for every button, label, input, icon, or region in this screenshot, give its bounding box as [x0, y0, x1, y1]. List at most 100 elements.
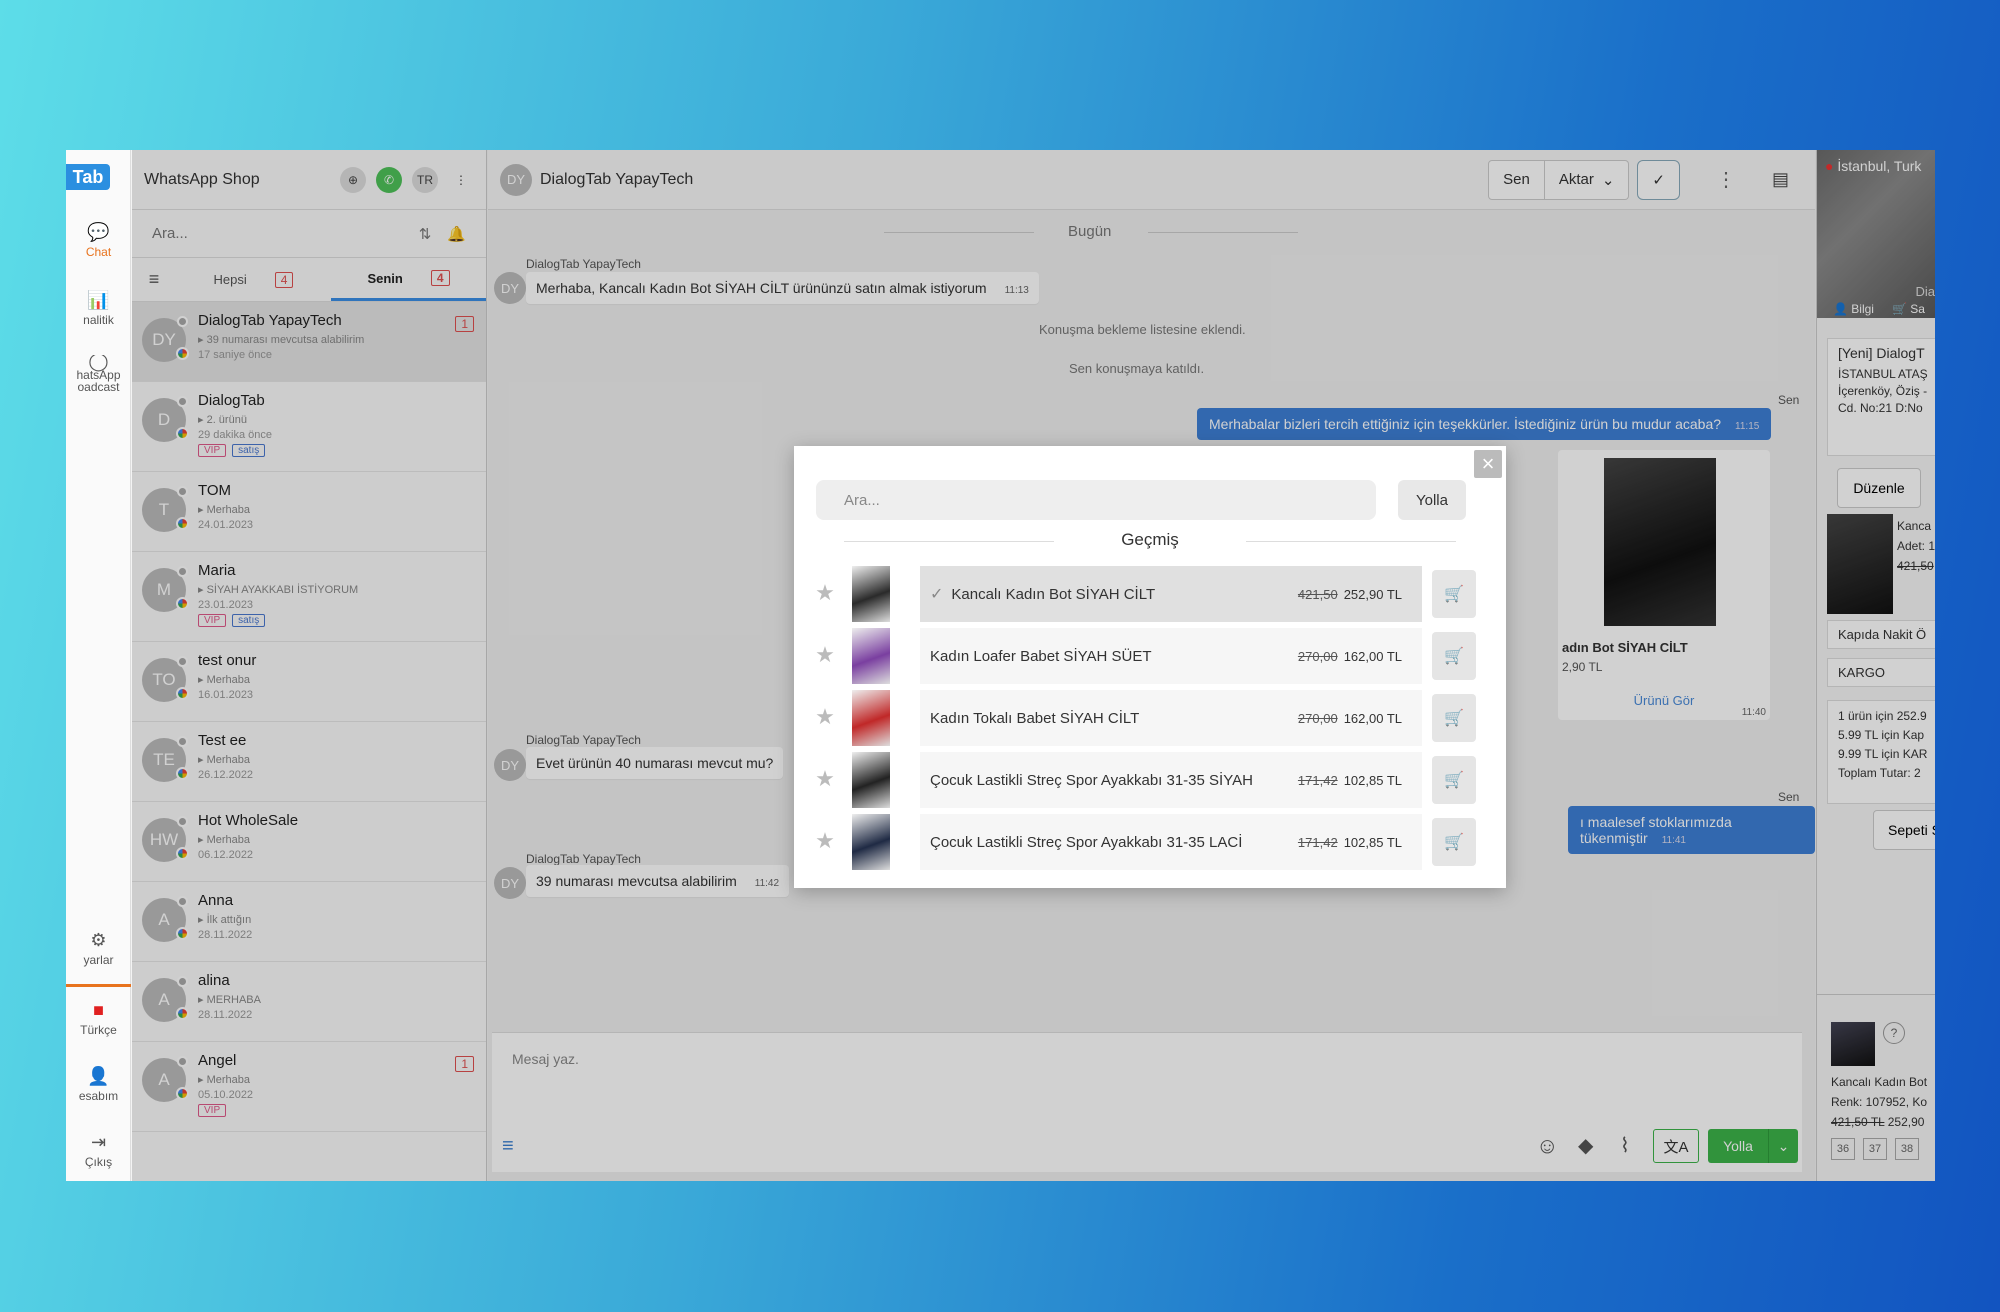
avatar: A: [142, 976, 189, 1022]
last-message: ▸ Merhaba: [198, 834, 250, 846]
cart-icon[interactable]: 🛒: [1432, 756, 1476, 804]
shipping-select[interactable]: KARGO: [1827, 658, 1935, 687]
product-row[interactable]: ★ Çocuk Lastikli Streç Spor Ayakkabı 31-3…: [810, 752, 1490, 808]
star-icon[interactable]: ★: [810, 828, 840, 854]
rail-broadcast[interactable]: ◯ hatsApp oadcast: [66, 355, 131, 393]
globe-icon[interactable]: ⊕: [340, 166, 366, 193]
search-input[interactable]: Ara...: [152, 225, 419, 242]
rail-analytics[interactable]: 📊 nalitik: [66, 290, 131, 327]
star-icon[interactable]: ★: [810, 704, 840, 730]
conversation-item[interactable]: DY DialogTab YapayTech ▸ 39 numarası mevcu…: [132, 302, 486, 382]
close-icon[interactable]: ×: [1474, 450, 1502, 478]
rail-chat[interactable]: 💬 Chat: [66, 222, 131, 259]
conversation-item[interactable]: Aalina ▸ MERHABA 28.11.2022: [132, 962, 486, 1042]
avatar: DY: [142, 316, 189, 362]
product-info[interactable]: Çocuk Lastikli Streç Spor Ayakkabı 31-35…: [920, 814, 1422, 870]
conversation-item[interactable]: T TOM ▸ Merhaba 24.01.2023: [132, 472, 486, 552]
tab-cart[interactable]: 🛒 Sa: [1892, 302, 1925, 316]
message-composer[interactable]: Mesaj yaz. ≡ ☺ ◆ ⌇ 文A Yolla ⌄: [492, 1032, 1802, 1172]
conversation-time: 24.01.2023: [198, 519, 254, 531]
conversation-item[interactable]: TE Test ee ▸ Merhaba 26.12.2022: [132, 722, 486, 802]
view-product-link[interactable]: Ürünü Gör: [1558, 693, 1770, 708]
cart-icon[interactable]: 🛒: [1432, 694, 1476, 742]
chevron-down-icon[interactable]: ⌄: [1768, 1129, 1798, 1163]
status-dot: [177, 1056, 188, 1067]
menu-icon[interactable]: ≡: [502, 1135, 514, 1158]
rail-account[interactable]: 👤 esabım: [66, 1066, 131, 1103]
tab-all[interactable]: Hepsi 4: [176, 258, 331, 301]
star-icon[interactable]: ★: [810, 766, 840, 792]
message-sender: DialogTab YapayTech: [526, 257, 641, 271]
transfer-button[interactable]: Aktar ⌄: [1544, 159, 1630, 200]
panel-toggle-icon[interactable]: ▤: [1772, 169, 1789, 190]
more-vertical-icon[interactable]: ⋮: [1716, 167, 1736, 192]
conversation-name: DialogTab YapayTech: [198, 312, 342, 329]
star-icon[interactable]: ★: [810, 580, 840, 606]
edit-address-button[interactable]: Düzenle: [1837, 468, 1921, 508]
system-message: Konuşma bekleme listesine eklendi.: [1039, 322, 1246, 337]
product-row[interactable]: ★ ✓ Kancalı Kadın Bot SİYAH CİLT 421,50 252,…: [810, 566, 1490, 622]
location-map[interactable]: ● İstanbul, Turk Dia 👤 Bilgi 🛒 Sa: [1817, 150, 1935, 318]
more-vertical-icon[interactable]: ⋮: [448, 167, 474, 193]
chevron-down-icon: ⌄: [1601, 171, 1615, 189]
conversation-item[interactable]: TO test onur ▸ Merhaba 16.01.2023: [132, 642, 486, 722]
conversation-item[interactable]: A Anna ▸ İlk attığın 28.11.2022: [132, 882, 486, 962]
product-info[interactable]: Çocuk Lastikli Streç Spor Ayakkabı 31-35…: [920, 752, 1422, 808]
product-search-input[interactable]: Ara...: [816, 480, 1376, 520]
conversation-time: 28.11.2022: [198, 1009, 253, 1021]
language-button[interactable]: TR: [412, 166, 438, 193]
rail-language[interactable]: ■ Türkçe: [66, 1000, 131, 1037]
avatar: A: [142, 1056, 189, 1102]
star-icon[interactable]: ★: [810, 642, 840, 668]
resolve-check-icon[interactable]: ✓: [1637, 159, 1680, 200]
product-details: Kancalı Kadın Bot Renk: 107952, Ko 421,5…: [1831, 1075, 1928, 1129]
conversation-time: 23.01.2023: [198, 599, 254, 611]
filter-icon[interactable]: ≡: [132, 269, 176, 290]
status-dot: [177, 566, 188, 577]
product-history-modal: × Ara... Yolla Geçmiş ★ ✓ Kancalı Kadın Bo…: [794, 446, 1506, 888]
send-button[interactable]: Yolla: [1708, 1129, 1768, 1163]
emoji-icon[interactable]: ☺: [1536, 1133, 1558, 1159]
product-info[interactable]: ✓ Kancalı Kadın Bot SİYAH CİLT 421,50 252,9…: [920, 566, 1422, 622]
template-icon[interactable]: ◆: [1578, 1133, 1593, 1158]
size-option[interactable]: 36: [1831, 1138, 1855, 1160]
product-card[interactable]: adın Bot SİYAH CİLT 2,90 TL Ürünü Gör 11…: [1558, 450, 1770, 720]
conversation-item[interactable]: A Angel ▸ Merhaba 05.10.2022 VIP 1: [132, 1042, 486, 1132]
product-row[interactable]: ★ Kadın Loafer Babet SİYAH SÜET 270,00 162,…: [810, 628, 1490, 684]
product-info[interactable]: Kadın Loafer Babet SİYAH SÜET 270,00 162,0…: [920, 628, 1422, 684]
conversation-name: Hot WholeSale: [198, 812, 299, 829]
message-input[interactable]: Mesaj yaz.: [512, 1051, 579, 1067]
modal-send-button[interactable]: Yolla: [1398, 480, 1466, 520]
help-icon[interactable]: ?: [1883, 1022, 1905, 1044]
product-price: 102,85 TL: [1343, 834, 1402, 850]
cart-icon[interactable]: 🛒: [1432, 818, 1476, 866]
rail-logout[interactable]: ⇥ Çıkış: [66, 1132, 131, 1169]
product-row[interactable]: ★ Çocuk Lastikli Streç Spor Ayakkabı 31-3…: [810, 814, 1490, 870]
assign-self-button[interactable]: Sen: [1488, 159, 1545, 200]
message-time: 11:40: [1741, 707, 1766, 718]
conversation-item[interactable]: M Maria ▸ SİYAH AYAKKABI İSTİYORUM 23.01.20…: [132, 552, 486, 642]
tab-info[interactable]: 👤 Bilgi: [1833, 302, 1874, 316]
product-info[interactable]: Kadın Tokalı Babet SİYAH CİLT 270,00 162,0…: [920, 690, 1422, 746]
size-option[interactable]: 37: [1863, 1138, 1887, 1160]
map-label: Dia: [1915, 284, 1935, 299]
conversation-item[interactable]: HW Hot WholeSale ▸ Merhaba 06.12.2022: [132, 802, 486, 882]
address-line: İçerenköy, Öziş -: [1838, 384, 1928, 398]
send-cart-button[interactable]: Sepeti S: [1873, 810, 1935, 850]
tab-mine[interactable]: Senin 4: [331, 258, 486, 301]
attachment-icon[interactable]: ⌇: [1620, 1133, 1630, 1158]
payment-select[interactable]: Kapıda Nakit Ö: [1827, 620, 1935, 649]
bell-icon[interactable]: 🔔: [447, 225, 466, 243]
last-message: ▸ Merhaba: [198, 674, 250, 686]
cart-icon[interactable]: 🛒: [1432, 632, 1476, 680]
conversation-item[interactable]: D DialogTab ▸ 2. ürünü 29 dakika önce VIP sat…: [132, 382, 486, 472]
rail-settings[interactable]: ⚙ yarlar: [66, 930, 131, 967]
last-message: ▸ MERHABA: [198, 994, 261, 1006]
cart-icon[interactable]: 🛒: [1432, 570, 1476, 618]
size-option[interactable]: 38: [1895, 1138, 1919, 1160]
sort-icon[interactable]: ⇅: [419, 225, 432, 243]
whatsapp-icon[interactable]: ✆: [376, 166, 402, 193]
list-search[interactable]: Ara... ⇅ 🔔: [132, 210, 486, 258]
translate-icon[interactable]: 文A: [1653, 1129, 1699, 1163]
product-row[interactable]: ★ Kadın Tokalı Babet SİYAH CİLT 270,00 162,…: [810, 690, 1490, 746]
